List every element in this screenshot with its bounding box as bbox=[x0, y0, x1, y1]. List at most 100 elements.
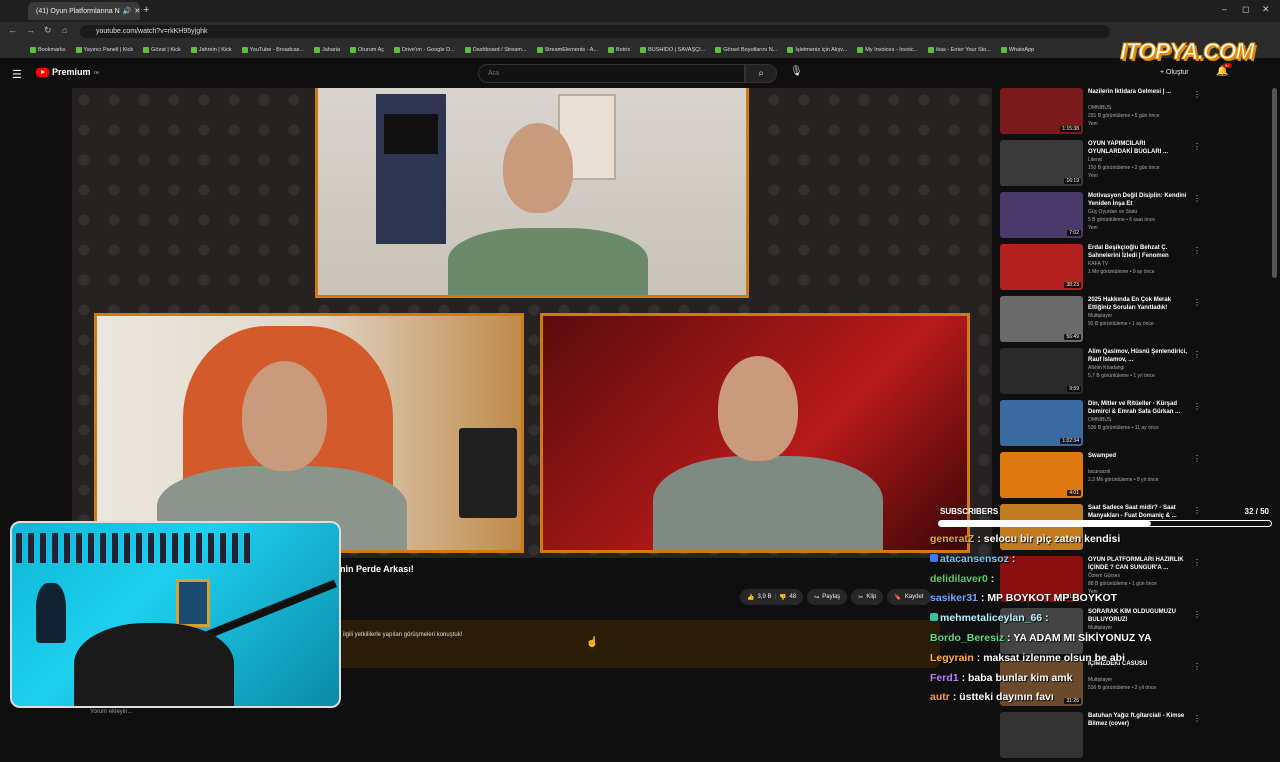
sidebar-video[interactable]: 4:01 Swamped lacunacoil 2,3 Mn görüntüleme … bbox=[998, 452, 1203, 502]
channel-name[interactable]: Güç Oyunları ve Statü bbox=[1088, 209, 1137, 215]
sidebar-video[interactable]: 16:19 OYUN YAPIMCILARI OYUNLARDAKİ BUGLAR… bbox=[998, 140, 1203, 190]
minimize-icon[interactable]: – bbox=[1222, 4, 1227, 14]
video-title-link[interactable]: Erdal Beşikçioğlu Behzat Ç. Sahnelerini … bbox=[1088, 244, 1188, 260]
channel-name[interactable]: Multiplayer bbox=[1088, 313, 1112, 319]
video-thumbnail[interactable]: 9:59 bbox=[1000, 348, 1083, 394]
sidebar-video[interactable]: 56:49 2025 Hakkında En Çok Merak Ettiğini… bbox=[998, 296, 1203, 346]
like-button[interactable]: 👍 3,9 B | 👎 48 bbox=[740, 589, 804, 605]
bookmark-item[interactable]: Dashboard / Stream... bbox=[464, 46, 527, 53]
bookmark-item[interactable]: Görsel Boyutlarını N... bbox=[715, 46, 777, 53]
bookmark-item[interactable]: Drive'ım - Google D... bbox=[394, 46, 455, 53]
voice-search-icon[interactable]: 🎙 bbox=[790, 66, 803, 77]
clip-button[interactable]: ✂ Klip bbox=[851, 589, 884, 605]
window-close-icon[interactable]: ✕ bbox=[1262, 4, 1270, 15]
more-options-icon[interactable]: ⋮ bbox=[1193, 714, 1201, 723]
maximize-icon[interactable]: ◻ bbox=[1242, 4, 1249, 15]
video-player[interactable] bbox=[72, 88, 992, 558]
chat-username: atacansensoz bbox=[940, 552, 1009, 565]
channel-name[interactable]: OMNIBUS bbox=[1088, 105, 1111, 111]
bookmark-item[interactable]: BUSHIDO | SAVAŞÇI... bbox=[640, 46, 705, 53]
new-tab-button[interactable]: + bbox=[143, 4, 149, 16]
video-thumbnail[interactable]: 1:02:34 bbox=[1000, 400, 1083, 446]
bookmark-item[interactable]: İşletmeniz için Alışv... bbox=[787, 46, 847, 53]
share-button[interactable]: ↪ Paylaş bbox=[807, 589, 848, 605]
notifications-icon[interactable]: 🔔 9+ bbox=[1216, 63, 1232, 77]
video-meta: 5 B görüntüleme • 6 saat önce bbox=[1088, 217, 1156, 223]
mouse-cursor-icon: ☝ bbox=[586, 637, 599, 648]
create-button[interactable]: + Oluştur bbox=[1160, 69, 1189, 76]
sidebar-video[interactable]: 7:02 Motivasyon Değil Disiplin: Kendini Y… bbox=[998, 192, 1203, 242]
logo-text: Premium bbox=[52, 67, 91, 77]
more-options-icon[interactable]: ⋮ bbox=[1193, 350, 1201, 359]
sidebar-video[interactable]: 38:23 Erdal Beşikçioğlu Behzat Ç. Sahnele… bbox=[998, 244, 1203, 294]
bookmark-item[interactable]: Gözat | Kick bbox=[143, 46, 181, 53]
bookmark-item[interactable]: Jahrein | Kick bbox=[190, 46, 232, 53]
bookmark-favicon-icon bbox=[715, 46, 722, 53]
sidebar-video[interactable]: 9:59 Alim Qasimov, Hüsnü Şenlendirici, Ra… bbox=[998, 348, 1203, 398]
like-count: 3,9 B bbox=[757, 594, 772, 600]
more-options-icon[interactable]: ⋮ bbox=[1193, 194, 1201, 203]
reload-icon[interactable]: ↻ bbox=[44, 25, 52, 36]
bookmark-item[interactable]: Bookmarks bbox=[30, 46, 66, 53]
page-scrollbar[interactable] bbox=[1272, 88, 1277, 278]
video-title-link[interactable]: Din, Mitler ve Ritüeller - Kürşad Demirc… bbox=[1088, 400, 1188, 416]
bookmark-item[interactable]: YouTube - Broadcas... bbox=[241, 46, 304, 53]
video-title-link[interactable]: 2025 Hakkında En Çok Merak Ettiğiniz Sor… bbox=[1088, 296, 1188, 312]
bookmark-item[interactable]: ikas - Enter Your Sto... bbox=[928, 46, 991, 53]
back-icon[interactable]: ← bbox=[8, 25, 17, 35]
bookmark-item[interactable]: My Invoices - Invoic... bbox=[857, 46, 918, 53]
more-options-icon[interactable]: ⋮ bbox=[1193, 454, 1201, 463]
menu-icon[interactable]: ☰ bbox=[12, 68, 22, 81]
video-title-link[interactable]: Motivasyon Değil Disiplin: Kendini Yenid… bbox=[1088, 192, 1188, 208]
more-options-icon[interactable]: ⋮ bbox=[1193, 142, 1201, 151]
channel-name[interactable]: Literat bbox=[1088, 157, 1102, 163]
video-thumbnail[interactable]: 16:19 bbox=[1000, 140, 1083, 186]
channel-name[interactable]: lacunacoil bbox=[1088, 469, 1110, 475]
video-title-link[interactable]: OYUN YAPIMCILARI OYUNLARDAKİ BUGLARI ... bbox=[1088, 140, 1188, 156]
video-duration: 38:23 bbox=[1064, 282, 1081, 288]
video-title-link[interactable]: Swamped bbox=[1088, 452, 1188, 460]
home-icon[interactable]: ⌂ bbox=[62, 25, 67, 35]
channel-name[interactable]: Afshin Khadangi bbox=[1088, 365, 1124, 371]
video-thumbnail[interactable]: 7:02 bbox=[1000, 192, 1083, 238]
video-description[interactable]: ilgili yetkililerle yapılan görüşmeleri … bbox=[335, 620, 940, 668]
wall-frame bbox=[176, 579, 210, 627]
video-duration: 1:15:38 bbox=[1060, 126, 1081, 132]
address-bar[interactable]: youtube.com/watch?v=rkKH95yjghk bbox=[80, 25, 1110, 38]
video-title-link[interactable]: Nazilerin İktidara Gelmesi | ... bbox=[1088, 88, 1188, 96]
comment-input[interactable]: Yorum ekleyin... bbox=[90, 709, 132, 715]
video-title-link[interactable]: Alim Qasimov, Hüsnü Şenlendirici, Rauf I… bbox=[1088, 348, 1188, 364]
bookmark-item[interactable]: Yayıncı Paneli | Kick bbox=[75, 46, 133, 53]
sidebar-video[interactable]: 1:02:34 Din, Mitler ve Ritüeller - Kürşad… bbox=[998, 400, 1203, 450]
more-options-icon[interactable]: ⋮ bbox=[1193, 402, 1201, 411]
video-thumbnail[interactable] bbox=[1000, 712, 1083, 758]
video-actions: 👍 3,9 B | 👎 48 ↪ Paylaş ✂ Klip 🔖 Kaydet bbox=[740, 589, 931, 605]
chat-message: mehmetaliceylan_66: bbox=[930, 612, 1280, 632]
more-options-icon[interactable]: ⋮ bbox=[1193, 246, 1201, 255]
search-input[interactable]: Ara bbox=[478, 64, 745, 83]
bookmark-item[interactable]: WhatsApp bbox=[1000, 46, 1034, 53]
video-title-link[interactable]: Batuhan Yağız ft.gitarciali - Kimse Bilm… bbox=[1088, 712, 1188, 728]
search-button[interactable]: ⌕ bbox=[745, 64, 777, 83]
video-duration: 16:19 bbox=[1064, 178, 1081, 184]
save-button[interactable]: 🔖 Kaydet bbox=[887, 589, 931, 605]
more-options-icon[interactable]: ⋮ bbox=[1193, 90, 1201, 99]
forward-icon[interactable]: → bbox=[26, 25, 35, 35]
video-thumbnail[interactable]: 4:01 bbox=[1000, 452, 1083, 498]
tab-close-icon[interactable]: ✕ bbox=[134, 7, 140, 15]
youtube-logo[interactable]: Premium TR bbox=[36, 67, 99, 77]
thumbs-down-icon[interactable]: 👎 bbox=[779, 594, 786, 601]
more-options-icon[interactable]: ⋮ bbox=[1193, 298, 1201, 307]
video-thumbnail[interactable]: 38:23 bbox=[1000, 244, 1083, 290]
browser-tab[interactable]: (41) Oyun Platformlarına N 🔊 ✕ bbox=[28, 2, 140, 20]
channel-name[interactable]: KAFA TV bbox=[1088, 261, 1108, 267]
sidebar-video[interactable]: 1:15:38 Nazilerin İktidara Gelmesi | ... O… bbox=[998, 88, 1203, 138]
bookmark-item[interactable]: Oturum Aç bbox=[350, 46, 384, 53]
video-thumbnail[interactable]: 1:15:38 bbox=[1000, 88, 1083, 134]
bookmark-item[interactable]: StreamElements - A... bbox=[536, 46, 598, 53]
channel-name[interactable]: OMNIBUS bbox=[1088, 417, 1111, 423]
bookmark-item[interactable]: Jaharia bbox=[313, 46, 340, 53]
bookmark-item[interactable]: Botrix bbox=[608, 46, 630, 53]
video-thumbnail[interactable]: 56:49 bbox=[1000, 296, 1083, 342]
tab-audio-icon[interactable]: 🔊 bbox=[123, 7, 132, 15]
